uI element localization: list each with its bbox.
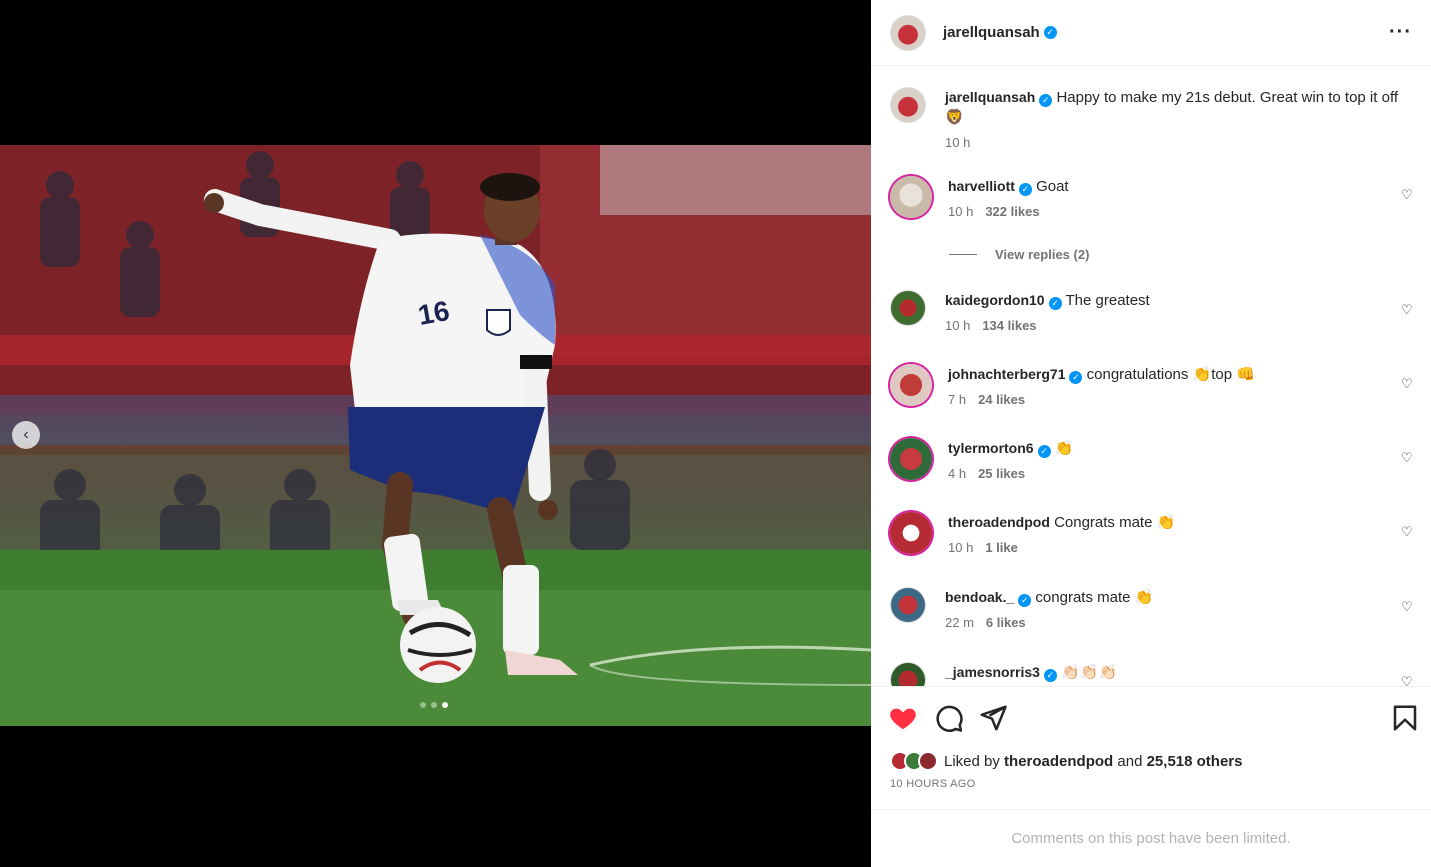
commenter-avatar[interactable] — [890, 587, 926, 623]
comment-username[interactable]: harvelliott — [948, 178, 1015, 194]
comment-likes[interactable]: 1 like — [985, 540, 1018, 555]
comment-username[interactable]: bendoak._ — [945, 589, 1014, 605]
comment-username[interactable]: kaidegordon10 — [945, 292, 1045, 308]
verified-badge-icon: ✓ — [1018, 594, 1032, 607]
carousel-dot — [431, 702, 437, 708]
comment-item: johnachterberg71 ✓ congratulations 👏top 👊… — [890, 364, 1415, 407]
verified-badge-icon: ✓ — [1069, 371, 1083, 384]
caption-username[interactable]: jarellquansah — [945, 89, 1035, 105]
comment-username[interactable]: tylermorton6 — [948, 440, 1034, 456]
carousel-prev-button[interactable]: ‹ — [12, 421, 40, 449]
comment-likes[interactable]: 6 likes — [986, 615, 1026, 630]
heart-outline-icon[interactable]: ♡ — [1401, 450, 1415, 465]
liked-by-prefix: Liked by — [944, 752, 1000, 770]
verified-badge-icon: ✓ — [1048, 297, 1062, 310]
chevron-left-icon: ‹ — [23, 426, 29, 443]
comment-username[interactable]: johnachterberg71 — [948, 366, 1065, 382]
comment-text: congrats mate 👏 — [1035, 589, 1154, 606]
caption-meta: 10 h — [945, 135, 1415, 150]
verified-badge-icon: ✓ — [1037, 445, 1051, 458]
comment-likes[interactable]: 25 likes — [978, 466, 1025, 481]
divider-line — [949, 254, 977, 255]
view-replies-label: View replies (2) — [995, 247, 1090, 262]
post-actions: Liked by theroadendpod and 25,518 others… — [871, 686, 1431, 809]
comment-username[interactable]: theroadendpod — [948, 514, 1050, 530]
post-media: 16 ‹ — [0, 0, 871, 867]
liked-by: Liked by theroadendpod and 25,518 others — [890, 751, 1242, 771]
comment-item: harvelliott ✓ Goat 10 h 322 likes ♡ — [890, 176, 1415, 219]
comment-item: _jamesnorris3 ✓ 👏🏻👏🏻👏🏻 ♡ — [890, 662, 1415, 686]
comment-time: 10 h — [948, 204, 974, 219]
comment-text: The greatest — [1065, 292, 1150, 309]
caption-author-avatar[interactable] — [890, 87, 926, 123]
liked-by-and: and — [1117, 752, 1143, 770]
caption: jarellquansah ✓ Happy to make my 21s debu… — [890, 87, 1415, 150]
carousel-dot — [420, 702, 426, 708]
heart-outline-icon[interactable]: ♡ — [1401, 302, 1415, 317]
comment-time: 10 h — [948, 540, 974, 555]
carousel-indicator — [420, 702, 448, 708]
verified-badge-icon: ✓ — [1043, 669, 1057, 682]
comment-likes[interactable]: 134 likes — [982, 318, 1036, 333]
heart-outline-icon[interactable]: ♡ — [1401, 524, 1415, 539]
commenter-avatar[interactable] — [890, 176, 932, 218]
verified-badge-icon: ✓ — [1039, 94, 1053, 107]
author-avatar[interactable] — [890, 14, 926, 51]
svg-text:16: 16 — [416, 295, 452, 331]
bookmark-icon[interactable] — [1390, 703, 1420, 733]
view-replies-button[interactable]: View replies (2) — [949, 247, 1089, 262]
action-bar — [888, 703, 1418, 733]
comment-icon[interactable] — [934, 703, 964, 733]
verified-badge-icon: ✓ — [1018, 183, 1032, 196]
comment-text: congratulations 👏top 👊 — [1086, 366, 1255, 383]
comment-likes[interactable]: 24 likes — [978, 392, 1025, 407]
heart-outline-icon[interactable]: ♡ — [1401, 376, 1415, 391]
post-timestamp[interactable]: 10 HOURS AGO — [890, 778, 976, 790]
caption-time: 10 h — [945, 135, 971, 150]
post-header: jarellquansah ✓ ··· — [871, 0, 1431, 66]
comment-item: theroadendpod Congrats mate 👏 10 h 1 like… — [890, 512, 1415, 555]
comments-limited-notice: Comments on this post have been limited. — [871, 809, 1431, 867]
comment-item: kaidegordon10 ✓ The greatest 10 h 134 like… — [890, 290, 1415, 333]
author-username[interactable]: jarellquansah — [943, 24, 1040, 41]
comment-text: Congrats mate 👏 — [1054, 514, 1176, 531]
football-player-image: 16 — [0, 145, 871, 726]
comment-item: tylermorton6 ✓ 👏 4 h 25 likes ♡ — [890, 438, 1415, 481]
liker-avatars — [890, 751, 938, 771]
heart-filled-icon[interactable] — [888, 703, 918, 733]
commenter-avatar[interactable] — [890, 512, 932, 554]
comment-time: 22 m — [945, 615, 974, 630]
heart-outline-icon[interactable]: ♡ — [1401, 187, 1415, 202]
comment-time: 4 h — [948, 466, 967, 481]
comment-likes[interactable]: 322 likes — [985, 204, 1039, 219]
avatar — [918, 751, 938, 771]
carousel-dot-active — [442, 702, 448, 708]
comment-time: 7 h — [948, 392, 967, 407]
post-side-panel: jarellquansah ✓ ··· jarellquansah ✓ Happy… — [871, 0, 1431, 867]
commenter-avatar[interactable] — [890, 364, 932, 406]
verified-badge-icon: ✓ — [1043, 26, 1057, 39]
commenter-avatar[interactable] — [890, 662, 926, 686]
post-photo[interactable]: 16 — [0, 145, 871, 726]
comment-text: 👏🏻👏🏻👏🏻 — [1061, 664, 1118, 681]
commenter-avatar[interactable] — [890, 438, 932, 480]
comment-text: 👏 — [1054, 440, 1074, 457]
comments-list[interactable]: jarellquansah ✓ Happy to make my 21s debu… — [871, 66, 1431, 686]
comment-item: bendoak._ ✓ congrats mate 👏 22 m 6 likes ♡ — [890, 587, 1415, 630]
heart-outline-icon[interactable]: ♡ — [1401, 674, 1415, 686]
commenter-avatar[interactable] — [890, 290, 926, 326]
share-icon[interactable] — [978, 703, 1008, 733]
more-options-icon[interactable]: ··· — [1389, 21, 1412, 44]
caption-text-line: jarellquansah ✓ Happy to make my 21s debu… — [945, 87, 1415, 128]
comment-username[interactable]: _jamesnorris3 — [945, 664, 1040, 680]
liked-by-user[interactable]: theroadendpod — [1004, 753, 1113, 770]
likes-count[interactable]: 25,518 others — [1147, 753, 1243, 770]
heart-outline-icon[interactable]: ♡ — [1401, 599, 1415, 614]
comment-time: 10 h — [945, 318, 971, 333]
comment-text: Goat — [1036, 178, 1069, 195]
